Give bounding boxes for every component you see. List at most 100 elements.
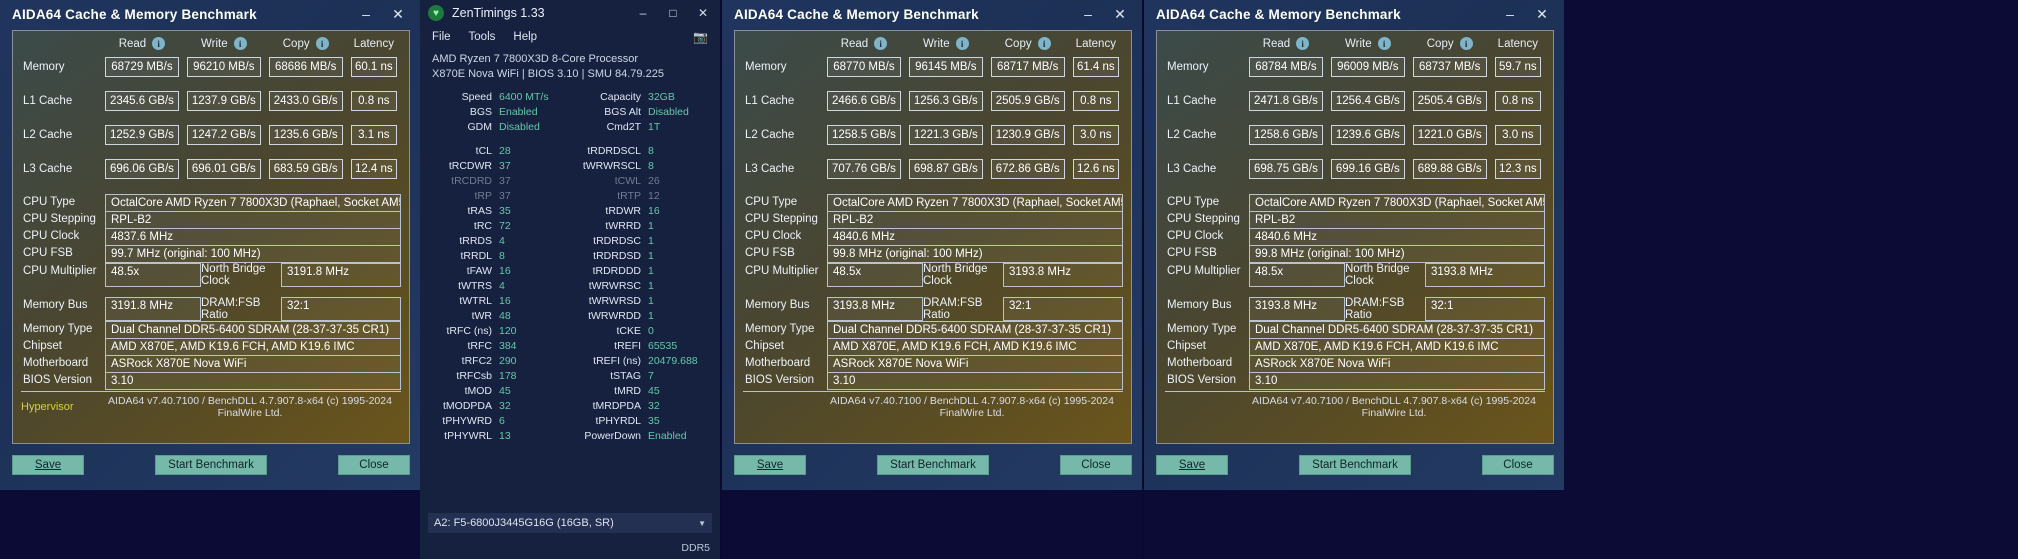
zen-value: 37 [499, 189, 511, 202]
zen-timings-grid: Speed6400 MT/sCapacity32GBMCLK3200.00BGS… [420, 88, 720, 444]
zen-timing-row: tRAS35tRDWR16MEM VDD0.0000V [428, 204, 712, 219]
info-icon[interactable]: i [1459, 37, 1473, 50]
l2-latency-value: 3.0 ns [1072, 125, 1119, 145]
info-icon[interactable]: i [1296, 37, 1310, 50]
zen-value: 45 [648, 384, 660, 397]
chipset-row: Chipset AMD X870E, AMD K19.6 FCH, AMD K19… [743, 338, 1123, 355]
titlebar-2[interactable]: AIDA64 Cache & Memory Benchmark – ✕ [722, 0, 1142, 28]
cpu-multiplier-row: CPU Multiplier 48.5x North Bridge Clock 31… [743, 263, 1123, 287]
zen-menubar[interactable]: File Tools Help 📷 [420, 26, 720, 48]
zen-value: 13 [499, 429, 511, 442]
l1-read-value: 2471.8 GB/s [1249, 91, 1323, 111]
zen-minimize-icon[interactable]: – [628, 1, 658, 25]
memory-type-value: Dual Channel DDR5-6400 SDRAM (28-37-37-3… [1249, 321, 1545, 338]
l1-copy-value: 2505.9 GB/s [990, 91, 1065, 111]
zen-close-icon[interactable]: ✕ [688, 1, 718, 25]
zen-key: Cmd2T [606, 120, 641, 133]
zen-key: tREFI (ns) [593, 354, 641, 367]
info-icon[interactable]: i [233, 37, 247, 50]
l2-latency-value: 3.0 ns [1494, 125, 1541, 145]
close-button[interactable]: Close [338, 455, 410, 475]
memory-type-label: Memory Type [1167, 323, 1237, 335]
north-bridge-clock-label: North Bridge Clock [923, 263, 988, 287]
cpu-stepping-label: CPU Stepping [1167, 213, 1240, 225]
minimize-icon[interactable]: – [350, 1, 382, 27]
titlebar-1[interactable]: AIDA64 Cache & Memory Benchmark – ✕ [0, 0, 420, 28]
save-button[interactable]: Save [12, 455, 84, 475]
zen-key: tRFC [467, 339, 493, 352]
row-label: L3 Cache [745, 163, 795, 175]
minimize-icon[interactable]: – [1494, 1, 1526, 27]
aida64-window-1[interactable]: AIDA64 Cache & Memory Benchmark – ✕ Read… [0, 0, 420, 490]
aida64-window-3[interactable]: AIDA64 Cache & Memory Benchmark – ✕ Read… [1144, 0, 1564, 490]
start-benchmark-button[interactable]: Start Benchmark [1299, 455, 1411, 475]
zen-timing-row: tRFC2 290 tREFI (ns) 20479.688 [428, 354, 712, 369]
row-label: Memory [23, 61, 65, 73]
memory-read-value: 68770 MB/s [827, 57, 901, 77]
l1-latency-value: 0.8 ns [350, 91, 397, 111]
copyright-text: AIDA64 v7.40.7100 / BenchDLL 4.7.907.8-x… [108, 395, 392, 419]
titlebar-3[interactable]: AIDA64 Cache & Memory Benchmark – ✕ [1144, 0, 1564, 28]
header-latency: Latency [353, 37, 394, 50]
save-button[interactable]: Save [1156, 455, 1228, 475]
info-icon[interactable]: i [315, 37, 329, 50]
zen-key: tWRWRSCL [582, 159, 641, 172]
header-read: Read [118, 37, 147, 50]
info-icon[interactable]: i [955, 37, 969, 50]
header-copy: Copy [1004, 37, 1032, 50]
minimize-icon[interactable]: – [1072, 1, 1104, 27]
zen-value: 1T [648, 120, 661, 133]
close-icon[interactable]: ✕ [382, 1, 414, 27]
zentimings-logo-icon: ♥ [428, 5, 444, 21]
info-icon[interactable]: i [152, 37, 166, 50]
chevron-down-icon[interactable]: ▼ [698, 519, 706, 528]
save-button[interactable]: Save [734, 455, 806, 475]
chipset-value: AMD X870E, AMD K19.6 FCH, AMD K19.6 IMC [105, 338, 401, 355]
close-button[interactable]: Close [1060, 455, 1132, 475]
close-icon[interactable]: ✕ [1526, 1, 1558, 27]
chipset-value: AMD X870E, AMD K19.6 FCH, AMD K19.6 IMC [1249, 338, 1545, 355]
zen-value: 1 [648, 234, 654, 247]
memory-type-row: Memory Type Dual Channel DDR5-6400 SDRAM … [743, 321, 1123, 338]
zen-value: 35 [499, 204, 511, 217]
info-icon[interactable]: i [1037, 37, 1051, 50]
close-icon[interactable]: ✕ [1104, 1, 1136, 27]
dram-fsb-ratio-value: 32:1 [281, 297, 401, 321]
zen-grid-gap [428, 135, 712, 144]
motherboard-row: Motherboard ASRock X870E Nova WiFi [21, 355, 401, 372]
zen-key: tMOD [464, 384, 492, 397]
window-buttons[interactable]: – ✕ [350, 1, 414, 27]
dimm-select[interactable]: A2: F5-6800J3445G16G (16GB, SR) ▼ [428, 513, 712, 533]
row-label: L1 Cache [745, 95, 795, 107]
cpu-type-label: CPU Type [23, 196, 76, 208]
zen-key: tRCDRD [451, 174, 492, 187]
zen-value: 45 [499, 384, 511, 397]
info-icon[interactable]: i [1377, 37, 1391, 50]
menu-item-file[interactable]: File [432, 31, 451, 43]
north-bridge-clock-label: North Bridge Clock [1345, 263, 1410, 287]
zen-value: 290 [499, 354, 517, 367]
camera-icon[interactable]: 📷 [693, 30, 708, 44]
memory-read-value: 68729 MB/s [105, 57, 179, 77]
menu-item-help[interactable]: Help [513, 31, 537, 43]
l1-write-value: 1256.3 GB/s [908, 91, 983, 111]
menu-item-tools[interactable]: Tools [469, 31, 496, 43]
start-benchmark-button[interactable]: Start Benchmark [877, 455, 989, 475]
zen-titlebar[interactable]: ♥ ZenTimings 1.33 – □ ✕ [420, 0, 720, 26]
zentimings-window[interactable]: ♥ ZenTimings 1.33 – □ ✕ File Tools Help … [420, 0, 720, 559]
start-benchmark-button[interactable]: Start Benchmark [155, 455, 267, 475]
zen-value: 8 [499, 249, 505, 262]
aida64-window-2[interactable]: AIDA64 Cache & Memory Benchmark – ✕ Read… [722, 0, 1142, 490]
zen-timing-row: tRC72tWRRD1MEM VDDQ0.0000V [428, 219, 712, 234]
aida-footer-2: Save Start Benchmark Close [734, 448, 1132, 482]
close-button[interactable]: Close [1482, 455, 1554, 475]
zen-key: tRAS [467, 204, 492, 217]
table-row: L2 Cache 1252.9 GB/s 1247.2 GB/s 1235.6 … [21, 122, 401, 148]
memory-type-label: Memory Type [23, 323, 93, 335]
zen-maximize-icon[interactable]: □ [658, 1, 688, 25]
zen-value: 1 [648, 309, 654, 322]
zen-value: 178 [499, 369, 517, 382]
info-icon[interactable]: i [874, 37, 888, 50]
table-row: Memory 68729 MB/s 96210 MB/s 68686 MB/s … [21, 54, 401, 80]
aida-footer-1: Save Start Benchmark Close [12, 448, 410, 482]
